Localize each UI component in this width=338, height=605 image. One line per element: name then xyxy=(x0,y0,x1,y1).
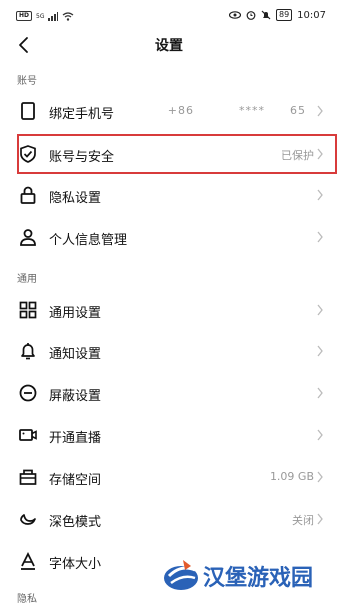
alarm-icon xyxy=(246,11,256,20)
section-header-privacy: 隐私 xyxy=(17,594,37,605)
dark-mode-row[interactable]: 深色模式 关闭 xyxy=(0,498,338,540)
lock-icon xyxy=(20,186,36,204)
network-hd-badge: HD xyxy=(16,11,33,21)
bell-icon xyxy=(21,343,35,360)
watermark: 汉堡游戏园 xyxy=(153,550,338,600)
section-header-account: 账号 xyxy=(17,76,37,87)
privacy-settings-label: 隐私设置 xyxy=(49,191,102,206)
privacy-settings-row[interactable]: 隐私设置 xyxy=(0,174,338,216)
watermark-text: 汉堡游戏园 xyxy=(203,565,314,591)
video-icon xyxy=(19,429,37,441)
storage-size-value: 1.09 GB xyxy=(269,470,314,483)
bind-phone-label: 绑定手机号 xyxy=(49,107,115,122)
status-time: 10:07 xyxy=(297,9,326,21)
general-settings-row[interactable]: 通用设置 xyxy=(0,289,338,331)
live-stream-label: 开通直播 xyxy=(49,431,102,446)
chevron-right-icon xyxy=(317,105,323,117)
live-stream-row[interactable]: 开通直播 xyxy=(0,414,338,456)
storage-box-icon xyxy=(19,469,37,485)
watermark-logo-icon xyxy=(164,560,198,590)
phone-icon xyxy=(21,102,35,120)
font-size-label: 字体大小 xyxy=(49,557,102,572)
storage-row[interactable]: 存储空间 1.09 GB xyxy=(0,456,338,498)
person-icon xyxy=(20,229,36,246)
phone-number-value: +86 **** 65 xyxy=(168,104,306,117)
chevron-right-icon xyxy=(317,513,323,525)
notification-settings-label: 通知设置 xyxy=(49,347,102,362)
chevron-right-icon xyxy=(317,345,323,357)
storage-label: 存储空间 xyxy=(49,473,102,488)
dark-mode-label: 深色模式 xyxy=(49,515,102,530)
eye-icon xyxy=(228,11,241,19)
notification-settings-row[interactable]: 通知设置 xyxy=(0,330,338,372)
moon-icon xyxy=(20,514,36,525)
wifi-icon xyxy=(63,11,74,21)
signal-type: 5G xyxy=(36,12,45,20)
chevron-right-icon xyxy=(317,231,323,243)
shield-check-icon xyxy=(20,145,36,163)
section-header-general: 通用 xyxy=(17,274,37,285)
phone-mask: **** xyxy=(239,104,265,117)
mute-bell-icon xyxy=(261,10,271,20)
page-title: 设置 xyxy=(155,38,183,54)
personal-info-label: 个人信息管理 xyxy=(49,233,128,248)
general-settings-label: 通用设置 xyxy=(49,306,102,321)
chevron-right-icon xyxy=(317,429,323,441)
status-bar: HD 5G 89 10:07 xyxy=(0,0,338,30)
account-security-label: 账号与安全 xyxy=(49,150,115,165)
chevron-right-icon xyxy=(317,387,323,399)
bind-phone-row[interactable]: 绑定手机号 +86 **** 65 xyxy=(0,90,338,132)
personal-info-row[interactable]: 个人信息管理 xyxy=(0,216,338,258)
chevron-right-icon xyxy=(317,304,323,316)
account-security-row[interactable]: 账号与安全 已保护 xyxy=(0,133,338,175)
nav-bar: 设置 xyxy=(0,30,338,60)
phone-suffix: 65 xyxy=(290,104,306,117)
grid-icon xyxy=(19,301,37,319)
account-security-status: 已保护 xyxy=(281,149,314,162)
chevron-right-icon xyxy=(317,189,323,201)
phone-prefix: +86 xyxy=(167,104,194,117)
battery-indicator: 89 xyxy=(275,9,293,21)
dark-mode-status: 关闭 xyxy=(292,514,314,527)
block-icon xyxy=(19,384,37,402)
chevron-right-icon xyxy=(317,471,323,483)
block-settings-row[interactable]: 屏蔽设置 xyxy=(0,372,338,414)
chevron-right-icon xyxy=(317,148,323,160)
font-size-icon xyxy=(21,551,35,570)
signal-icon xyxy=(48,11,59,21)
block-settings-label: 屏蔽设置 xyxy=(49,389,102,404)
